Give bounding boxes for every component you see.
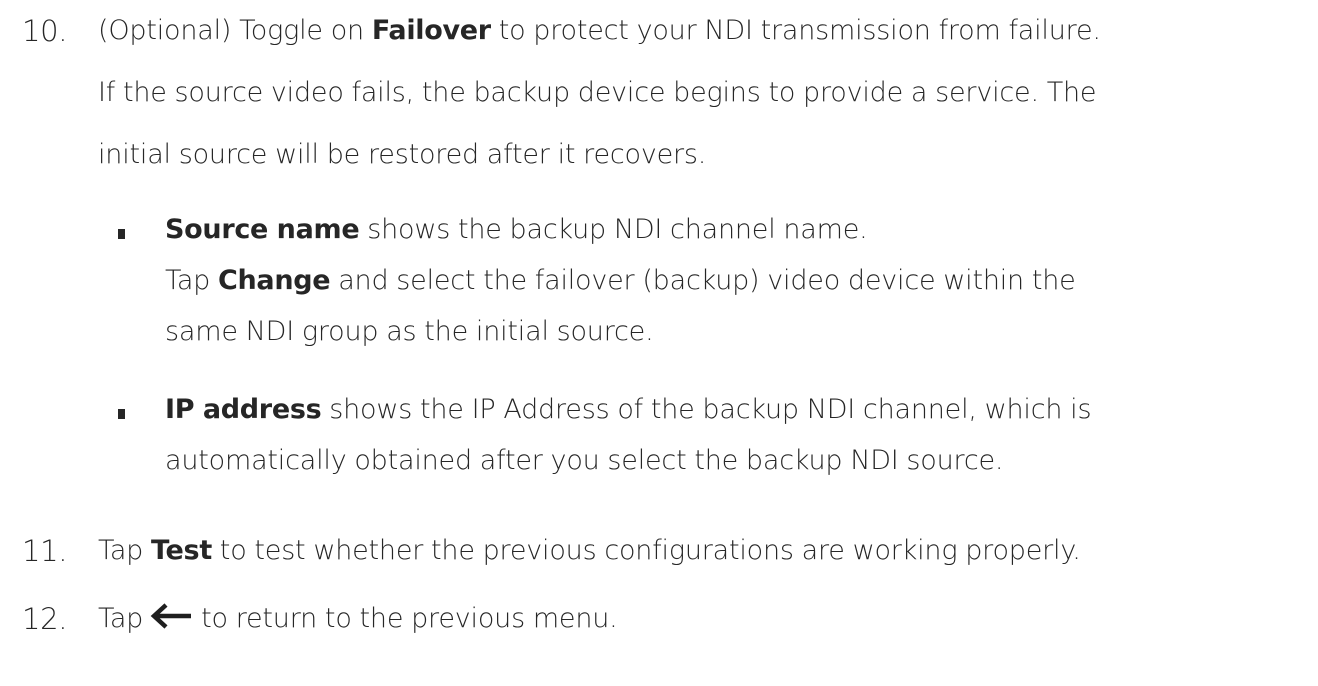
source-name-term: Source name (165, 214, 360, 245)
change-term: Change (218, 265, 331, 296)
step-number: 10. (22, 14, 68, 48)
step-10-text: (Optional) Toggle on Failover to protect… (98, 0, 1303, 186)
text-run: Tap (98, 603, 144, 634)
step-10-line-3: initial source will be restored after it… (98, 124, 1303, 186)
text-run: Tap (98, 535, 151, 566)
ip-address-term: IP address (165, 394, 322, 425)
bullet-marker (118, 229, 125, 239)
text-run: Tap (165, 265, 218, 296)
bullet-text: IP address shows the IP Address of the b… (165, 384, 1305, 486)
test-term: Test (151, 535, 212, 566)
text-run: initial source will be restored after it… (98, 139, 707, 170)
text-run: to test whether the previous configurati… (211, 535, 1081, 566)
text-run: (Optional) Toggle on (98, 15, 372, 46)
back-arrow-icon (150, 603, 192, 629)
text-run: shows the IP Address of the backup NDI c… (321, 394, 1092, 425)
text-run: to protect your NDI transmission from fa… (490, 15, 1101, 46)
step-12-text: Tap to return to the previous menu. (98, 588, 1303, 650)
text-run: If the source video fails, the backup de… (98, 77, 1097, 108)
bullet-marker (118, 409, 125, 419)
text-run: to return to the previous menu. (201, 603, 618, 634)
bullet-line: Source name shows the backup NDI channel… (165, 204, 1305, 255)
step-number: 12. (22, 602, 68, 636)
text-run: automatically obtained after you select … (165, 445, 1004, 476)
text-run: same NDI group as the initial source. (165, 316, 654, 347)
step-11-text: Tap Test to test whether the previous co… (98, 520, 1303, 582)
text-run: and select the failover (backup) video d… (330, 265, 1076, 296)
bullet-text: Source name shows the backup NDI channel… (165, 204, 1305, 357)
failover-term: Failover (371, 15, 491, 46)
text-run: shows the backup NDI channel name. (359, 214, 868, 245)
bullet-line: Tap Change and select the failover (back… (165, 255, 1305, 306)
step-10-line-2: If the source video fails, the backup de… (98, 62, 1303, 124)
step-number: 11. (22, 534, 68, 568)
step-12-line-1: Tap to return to the previous menu. (98, 588, 1303, 650)
step-10-line-1: (Optional) Toggle on Failover to protect… (98, 0, 1303, 62)
bullet-line: IP address shows the IP Address of the b… (165, 384, 1305, 435)
bullet-line: automatically obtained after you select … (165, 435, 1305, 486)
bullet-line: same NDI group as the initial source. (165, 306, 1305, 357)
document-page: 10. (Optional) Toggle on Failover to pro… (0, 0, 1318, 686)
step-11-line-1: Tap Test to test whether the previous co… (98, 520, 1303, 582)
